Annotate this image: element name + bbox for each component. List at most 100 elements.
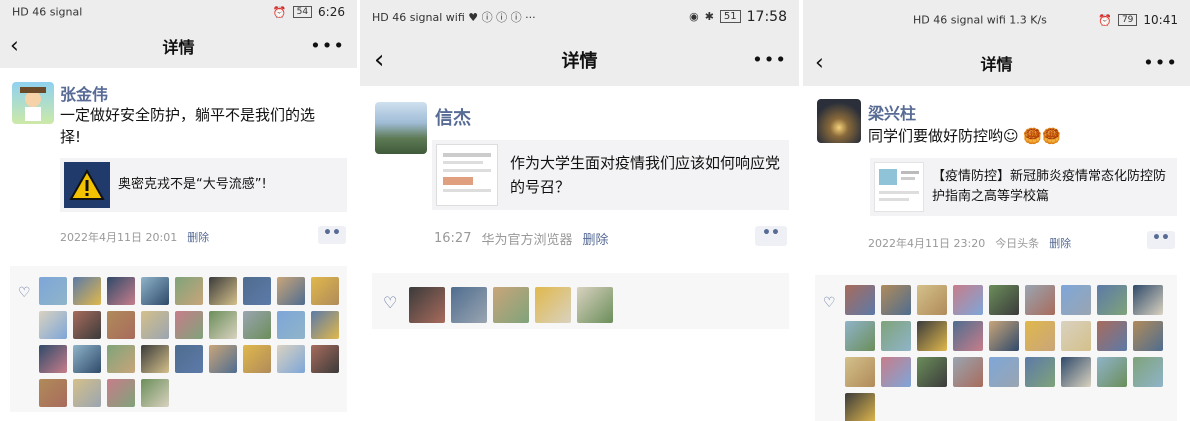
post-text: 一定做好安全防护，躺平不是我们的选择! <box>60 106 316 146</box>
liker-avatar[interactable] <box>845 357 875 387</box>
liker-avatar[interactable] <box>107 379 135 407</box>
liker-avatar[interactable] <box>107 345 135 373</box>
liker-avatar[interactable] <box>141 379 169 407</box>
liker-avatar[interactable] <box>107 311 135 339</box>
liker-avatar[interactable] <box>1061 321 1091 351</box>
share-card[interactable]: 作为大学生面对疫情我们应该如何响应党的号召？ <box>432 140 789 210</box>
liker-avatar[interactable] <box>989 357 1019 387</box>
liker-avatar[interactable] <box>1097 321 1127 351</box>
liker-avatar[interactable] <box>107 277 135 305</box>
more-button[interactable]: ••• <box>310 36 345 57</box>
liker-avatar[interactable] <box>141 311 169 339</box>
author-avatar[interactable] <box>375 102 427 154</box>
liker-avatar[interactable] <box>493 287 529 323</box>
liker-avatar[interactable] <box>39 345 67 373</box>
liker-avatar[interactable] <box>311 345 339 373</box>
liker-avatar[interactable] <box>845 321 875 351</box>
liker-avatar[interactable] <box>845 285 875 315</box>
heart-icon: ♡ <box>18 285 31 301</box>
author-name[interactable]: 张金伟 <box>60 81 108 105</box>
screenshot-panel-2: HD 46 signal wifi ♥ ⓘ ⓘ ⓘ ··· ◉ ✱ 51 17:… <box>360 0 799 421</box>
nav-bar: ‹ 详情 ••• <box>360 33 799 86</box>
author-name[interactable]: 信杰 <box>435 104 471 130</box>
post-meta: 2022年4月11日 20:01 删除 <box>60 229 209 245</box>
liker-avatar[interactable] <box>989 321 1019 351</box>
heart-icon: ♡ <box>823 295 836 311</box>
delete-link[interactable]: 删除 <box>1049 235 1071 251</box>
post-text: 同学们要做好防控哟☺ 🥮🥮 <box>868 127 1061 145</box>
liker-avatar[interactable] <box>209 345 237 373</box>
author-name[interactable]: 梁兴柱 <box>868 100 916 124</box>
liker-avatar[interactable] <box>535 287 571 323</box>
liker-avatar[interactable] <box>1025 285 1055 315</box>
liker-avatar[interactable] <box>1097 285 1127 315</box>
liker-avatar[interactable] <box>1133 321 1163 351</box>
liker-avatar[interactable] <box>39 379 67 407</box>
comment-menu-button[interactable]: •• <box>1147 231 1175 249</box>
liker-avatar[interactable] <box>73 277 101 305</box>
nav-bar: ‹ 详情 ••• <box>803 40 1190 86</box>
liker-avatar[interactable] <box>953 357 983 387</box>
alarm-icon: ⏰ <box>1098 13 1112 27</box>
more-button[interactable]: ••• <box>1143 53 1178 74</box>
screenshot-panel-3: HD 46 signal wifi 1.3 K/s ⏰ 79 10:41 ‹ 详… <box>803 0 1190 421</box>
author-avatar[interactable] <box>12 82 54 124</box>
liker-avatar[interactable] <box>953 321 983 351</box>
liker-avatar[interactable] <box>1061 357 1091 387</box>
liker-avatar[interactable] <box>243 345 271 373</box>
comment-menu-button[interactable]: •• <box>755 226 787 246</box>
liker-avatar[interactable] <box>209 277 237 305</box>
liker-avatar[interactable] <box>1025 321 1055 351</box>
liker-avatar[interactable] <box>311 311 339 339</box>
liker-avatar[interactable] <box>1061 285 1091 315</box>
liker-avatar[interactable] <box>141 277 169 305</box>
liker-avatar[interactable] <box>953 285 983 315</box>
liker-avatar[interactable] <box>209 311 237 339</box>
liker-avatar[interactable] <box>1025 357 1055 387</box>
liker-avatar[interactable] <box>451 287 487 323</box>
liker-avatar[interactable] <box>845 393 875 421</box>
liker-avatar[interactable] <box>243 311 271 339</box>
delete-link[interactable]: 删除 <box>187 229 209 245</box>
liker-avatar[interactable] <box>277 277 305 305</box>
author-avatar[interactable] <box>817 99 861 143</box>
liker-avatar[interactable] <box>917 285 947 315</box>
battery-icon: 54 <box>292 6 313 18</box>
liker-avatar[interactable] <box>577 287 613 323</box>
liker-avatar[interactable] <box>311 277 339 305</box>
liker-avatar[interactable] <box>277 311 305 339</box>
liker-avatar[interactable] <box>277 345 305 373</box>
share-title: 奥密克戎不是“大号流感”! <box>118 177 267 192</box>
liker-avatar[interactable] <box>39 311 67 339</box>
alarm-icon: ⏰ <box>272 5 287 19</box>
liker-avatar[interactable] <box>1097 357 1127 387</box>
bluetooth-icon: ✱ <box>704 10 714 23</box>
eye-icon: ◉ <box>689 10 699 23</box>
liker-avatar[interactable] <box>73 345 101 373</box>
liker-avatar[interactable] <box>175 311 203 339</box>
liker-avatar[interactable] <box>989 285 1019 315</box>
liker-avatar[interactable] <box>243 277 271 305</box>
comment-menu-button[interactable]: •• <box>318 226 346 244</box>
liker-avatar[interactable] <box>39 277 67 305</box>
liker-avatar[interactable] <box>881 321 911 351</box>
share-card[interactable]: 奥密克戎不是“大号流感”! <box>60 158 347 212</box>
likes-section: ♡ <box>10 266 347 412</box>
liker-avatar[interactable] <box>917 321 947 351</box>
status-bar: HD 46 signal wifi ♥ ⓘ ⓘ ⓘ ··· ◉ ✱ 51 17:… <box>360 0 799 33</box>
liker-avatar[interactable] <box>881 357 911 387</box>
liker-avatar[interactable] <box>73 311 101 339</box>
liker-avatar[interactable] <box>73 379 101 407</box>
liker-avatar[interactable] <box>917 357 947 387</box>
more-button[interactable]: ••• <box>752 49 787 70</box>
liker-avatar[interactable] <box>175 345 203 373</box>
battery-icon: 51 <box>719 10 741 23</box>
liker-avatar[interactable] <box>409 287 445 323</box>
delete-link[interactable]: 删除 <box>582 229 608 248</box>
liker-avatar[interactable] <box>1133 357 1163 387</box>
liker-avatar[interactable] <box>881 285 911 315</box>
share-card[interactable]: 【疫情防控】新冠肺炎疫情常态化防控防护指南之高等学校篇 <box>870 158 1177 216</box>
liker-avatar[interactable] <box>1133 285 1163 315</box>
liker-avatar[interactable] <box>175 277 203 305</box>
liker-avatar[interactable] <box>141 345 169 373</box>
